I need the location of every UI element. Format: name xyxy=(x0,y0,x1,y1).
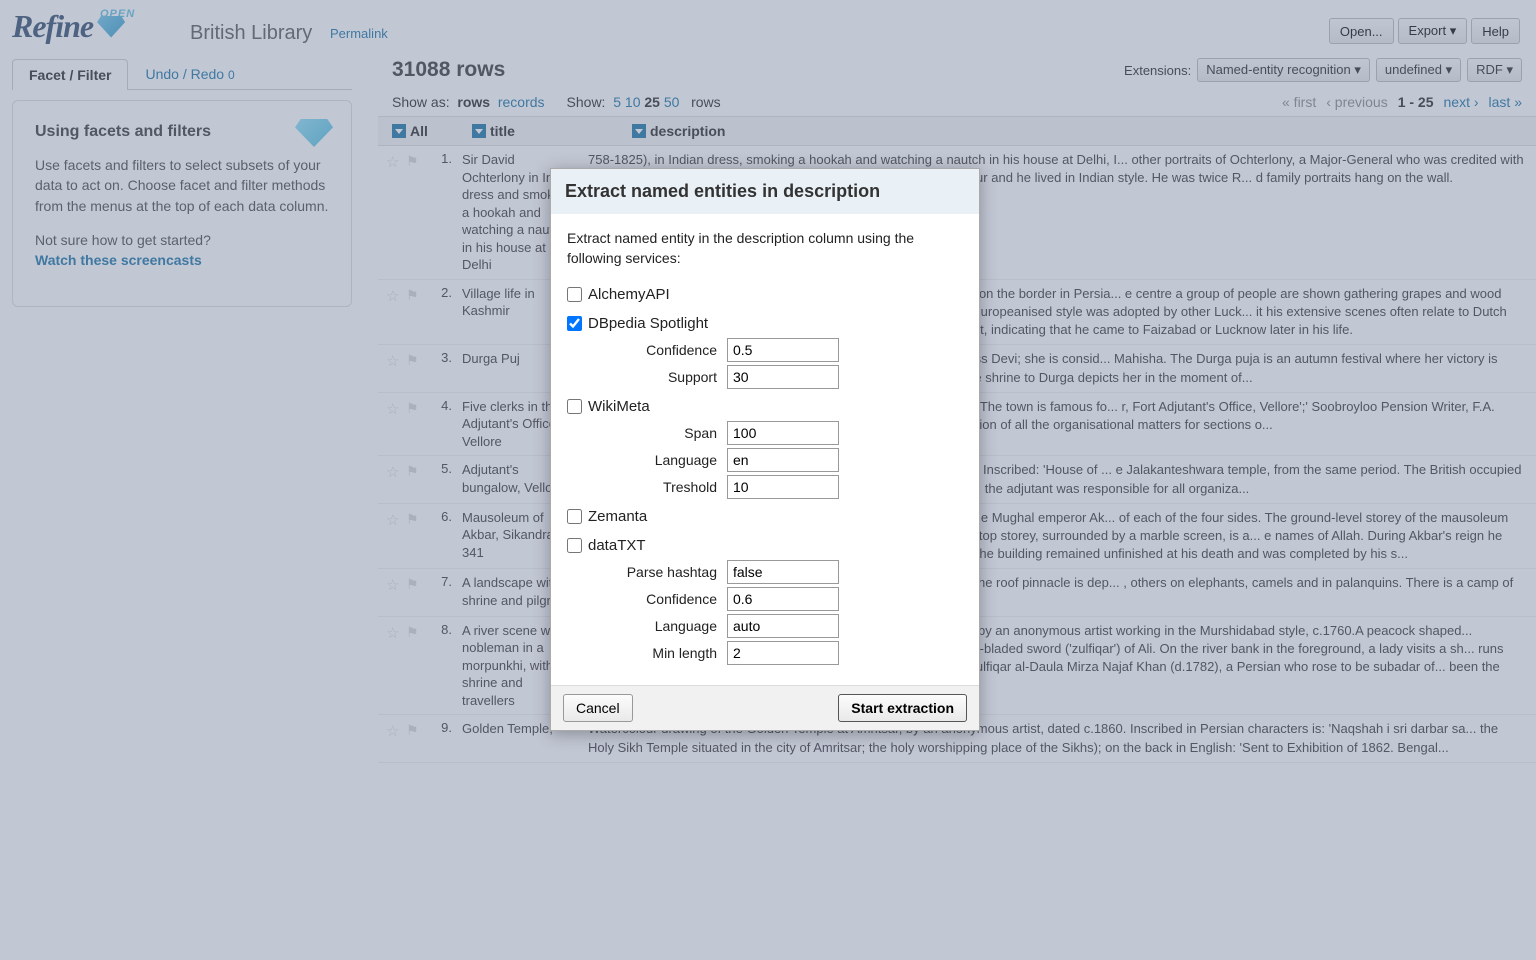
service-label: AlchemyAPI xyxy=(588,286,670,303)
field-input-min-length[interactable] xyxy=(727,641,839,665)
service-label: Zemanta xyxy=(588,508,647,525)
service-checkbox[interactable] xyxy=(567,509,582,524)
field-input-support[interactable] xyxy=(727,365,839,389)
field-input-confidence[interactable] xyxy=(727,587,839,611)
field-label: Treshold xyxy=(567,479,727,495)
field-input-span[interactable] xyxy=(727,421,839,445)
field-input-language[interactable] xyxy=(727,614,839,638)
service-wikimeta[interactable]: WikiMeta xyxy=(567,395,963,418)
service-datatxt[interactable]: dataTXT xyxy=(567,534,963,557)
field-input-language[interactable] xyxy=(727,448,839,472)
service-checkbox[interactable] xyxy=(567,287,582,302)
extract-entities-dialog: Extract named entities in description Ex… xyxy=(550,168,980,731)
field-label: Confidence xyxy=(567,342,727,358)
field-input-confidence[interactable] xyxy=(727,338,839,362)
service-label: dataTXT xyxy=(588,537,646,554)
field-label: Language xyxy=(567,618,727,634)
field-label: Confidence xyxy=(567,591,727,607)
dialog-intro: Extract named entity in the description … xyxy=(567,228,963,269)
field-label: Language xyxy=(567,452,727,468)
service-label: WikiMeta xyxy=(588,398,650,415)
field-label: Parse hashtag xyxy=(567,564,727,580)
service-alchemyapi[interactable]: AlchemyAPI xyxy=(567,283,963,306)
service-label: DBpedia Spotlight xyxy=(588,315,708,332)
field-label: Min length xyxy=(567,645,727,661)
field-input-parse-hashtag[interactable] xyxy=(727,560,839,584)
service-checkbox[interactable] xyxy=(567,399,582,414)
service-checkbox[interactable] xyxy=(567,538,582,553)
cancel-button[interactable]: Cancel xyxy=(563,694,633,722)
field-label: Span xyxy=(567,425,727,441)
dialog-title: Extract named entities in description xyxy=(551,169,979,214)
service-dbpedia-spotlight[interactable]: DBpedia Spotlight xyxy=(567,312,963,335)
service-zemanta[interactable]: Zemanta xyxy=(567,505,963,528)
field-input-treshold[interactable] xyxy=(727,475,839,499)
field-label: Support xyxy=(567,369,727,385)
service-checkbox[interactable] xyxy=(567,316,582,331)
start-extraction-button[interactable]: Start extraction xyxy=(838,694,967,722)
